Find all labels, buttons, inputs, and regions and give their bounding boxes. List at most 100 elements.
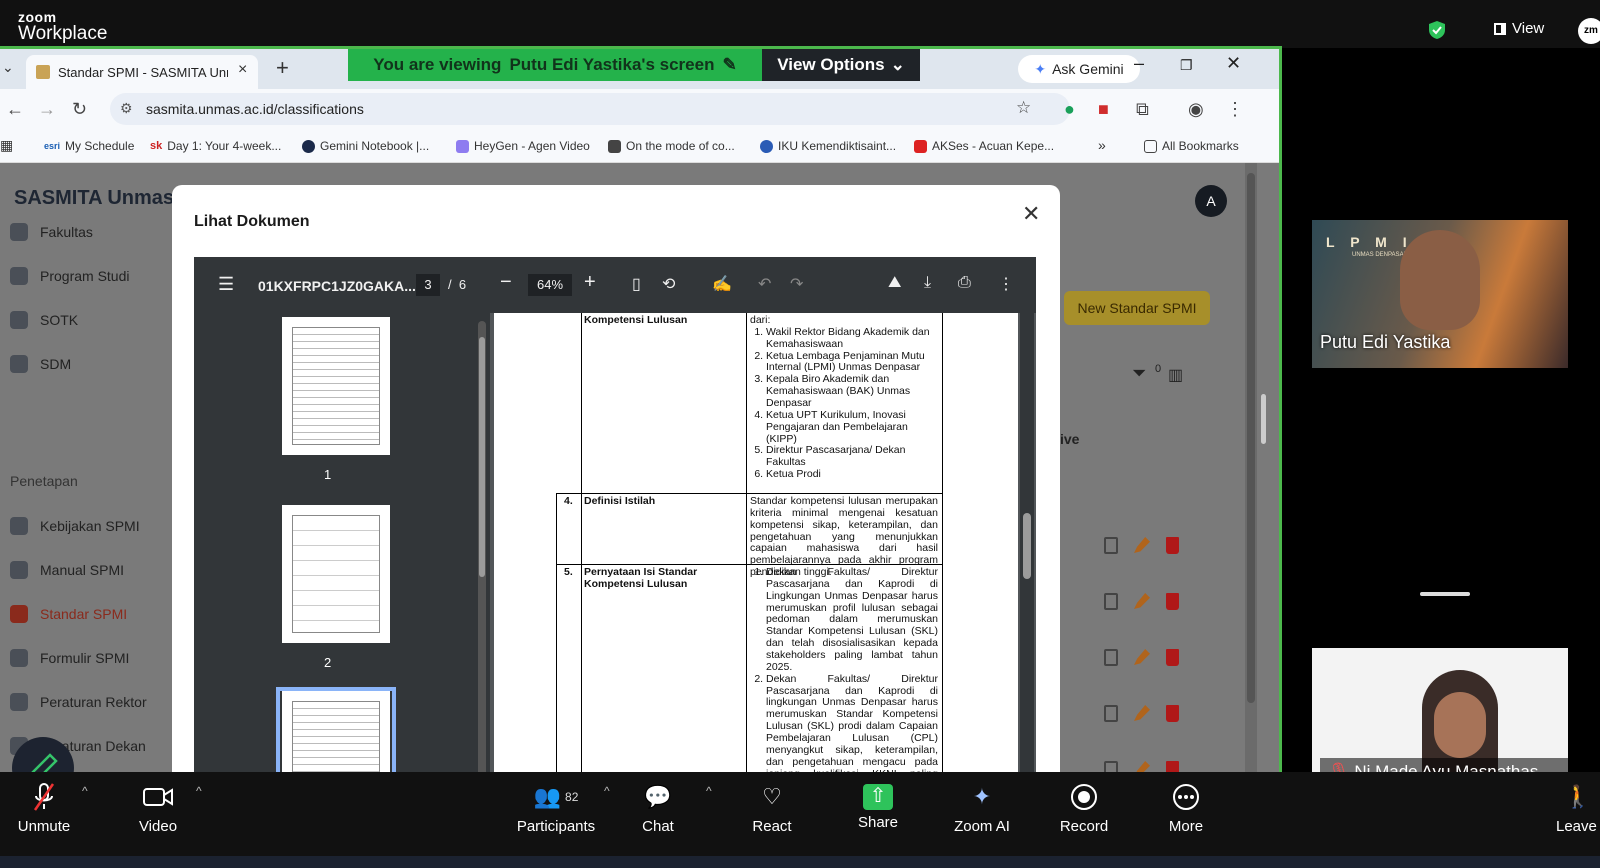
thumbnail-page-1[interactable] [282,317,390,455]
share-banner-name: Putu Edi Yastika's screen [509,55,715,74]
audio-options-caret-icon[interactable]: ^ [82,784,88,798]
delete-icon[interactable] [1166,537,1179,554]
grammarly-icon[interactable]: ● [1064,99,1075,120]
zoom-ai-button[interactable]: ✦ Zoom AI [946,780,1018,835]
columns-icon[interactable]: ▥ [1168,365,1183,385]
print-icon[interactable]: ⎙ [958,274,971,292]
participant-tile-1[interactable]: L P M I UNMAS DENPASAR Putu Edi Yastika [1312,220,1568,368]
delete-icon[interactable] [1166,649,1179,666]
bookmark-star-icon[interactable]: ☆ [1016,98,1031,118]
participant-name: Putu Edi Yastika [1320,332,1451,352]
window-close-icon[interactable]: ✕ [1226,53,1241,74]
new-standar-spmi-button[interactable]: New Standar SPMI [1064,291,1210,325]
shared-screen: ⌄ Standar SPMI - SASMITA Unmas × + ✦ Ask… [0,46,1282,806]
leave-button[interactable]: 🚶 Leave [1556,780,1600,835]
view-doc-icon[interactable] [1104,649,1118,666]
app-user-avatar[interactable]: A [1195,185,1227,217]
bookmark-item[interactable]: AKSes - Acuan Kepe... [914,139,1054,153]
modal-close-icon[interactable]: ✕ [1022,201,1040,227]
sidebar-item-standar-spmi[interactable]: Standar SPMI [10,605,127,623]
edit-icon[interactable] [1134,649,1150,665]
apps-grid-icon[interactable]: ▦ [0,137,13,154]
zoom-level-input[interactable]: 64% [528,274,572,296]
delete-icon[interactable] [1166,593,1179,610]
extensions-puzzle-icon[interactable]: ⧉ [1136,99,1149,120]
browser-menu-icon[interactable]: ⋮ [1226,99,1244,120]
fit-page-icon[interactable]: ▯ [632,274,641,294]
site-info-icon[interactable]: ⚙ [120,100,133,117]
view-doc-icon[interactable] [1104,537,1118,554]
edit-icon[interactable] [1134,537,1150,553]
participants-button[interactable]: 👥 82 Participants [510,780,602,835]
sidebar-item-fakultas[interactable]: Fakultas [10,223,93,241]
url-field[interactable]: ⚙ sasmita.unmas.ac.id/classifications ☆ [110,93,1070,125]
restore-icon[interactable]: ❐ [1180,57,1193,74]
undo-icon[interactable]: ↶ [758,274,771,294]
zoom-in-icon[interactable]: + [584,271,596,294]
all-bookmarks-button[interactable]: All Bookmarks [1144,139,1239,153]
new-tab-icon[interactable]: + [276,55,289,81]
edit-icon[interactable] [1134,705,1150,721]
video-button[interactable]: Video [126,780,190,835]
more-bookmarks-icon[interactable]: » [1098,137,1106,153]
more-options-icon[interactable]: ⋮ [998,274,1014,294]
sidebar-item-program-studi[interactable]: Program Studi [10,267,129,285]
browser-tab-active[interactable]: Standar SPMI - SASMITA Unmas × [26,55,258,89]
record-button[interactable]: Record [1050,780,1118,835]
page-scrollbar-thumb[interactable] [1247,173,1255,703]
bookmark-item[interactable]: Gemini Notebook |... [302,139,429,153]
forward-icon[interactable]: → [38,99,56,120]
chat-caret-icon[interactable]: ^ [706,784,712,798]
redo-icon[interactable]: ↷ [790,274,803,294]
view-doc-icon[interactable] [1104,705,1118,722]
reload-icon[interactable]: ↻ [72,99,87,120]
ask-gemini-button[interactable]: ✦ Ask Gemini [1018,55,1140,83]
sidebar-item-formulir-spmi[interactable]: Formulir SPMI [10,649,129,667]
thumbnail-page-2[interactable] [282,505,390,643]
rotate-icon[interactable]: ⟲ [662,274,675,294]
security-shield-icon[interactable] [1428,20,1446,40]
bookmark-item[interactable]: sk Day 1: Your 4-week... [150,139,281,153]
sidebar-item-kebijakan-spmi[interactable]: Kebijakan SPMI [10,517,140,535]
user-avatar[interactable]: zm [1578,18,1600,44]
zoom-out-icon[interactable]: − [500,271,512,294]
view-options-button[interactable]: View Options ⌄ [762,49,920,81]
bookmark-item[interactable]: On the mode of co... [608,139,735,153]
back-icon[interactable]: ← [6,99,24,120]
tab-close-icon[interactable]: × [238,61,247,79]
filter-icon[interactable]: ⏷ [1132,363,1146,384]
download-icon[interactable]: ⤓ [924,274,931,292]
bookmark-item[interactable]: esri My Schedule [44,139,134,153]
save-to-drive-icon[interactable]: ⛰ [888,274,901,292]
profile-icon[interactable]: ◉ [1188,99,1204,120]
minimize-icon[interactable]: – [1134,53,1144,74]
panel-drag-handle[interactable] [1420,592,1470,596]
bookmark-item[interactable]: IKU Kemendiktisaint... [760,139,896,153]
sidebar-item-peraturan-rektor[interactable]: Peraturan Rektor [10,693,147,711]
edit-icon[interactable] [1134,593,1150,609]
tab-search-chevron-icon[interactable]: ⌄ [2,59,14,76]
extension-red-icon[interactable]: ■ [1098,99,1109,120]
bookmark-item[interactable]: HeyGen - Agen Video [456,139,590,153]
list-item: Direktur Pascasarjana/ Dekan Fakultas [766,445,938,469]
view-button[interactable]: View [1494,20,1544,37]
chat-button[interactable]: 💬 Chat [626,780,690,835]
pdf-page: Kompetensi Lulusan dari: Wakil Rektor Bi… [494,313,1018,803]
sidebar-menu-icon[interactable]: ☰ [218,274,234,295]
sidebar-item-manual-spmi[interactable]: Manual SPMI [10,561,124,579]
document-scrollbar-thumb[interactable] [1023,513,1031,579]
react-button[interactable]: ♡ React [740,780,804,835]
page-number-input[interactable]: 3 [416,274,440,296]
video-options-caret-icon[interactable]: ^ [196,784,202,798]
divider-handle[interactable] [1261,394,1266,444]
view-doc-icon[interactable] [1104,593,1118,610]
draw-icon[interactable]: ✍ [712,274,732,294]
more-button[interactable]: More [1154,780,1218,835]
sidebar-item-sotk[interactable]: SOTK [10,311,78,329]
share-button[interactable]: ⇧ Share [846,780,910,831]
participants-caret-icon[interactable]: ^ [604,784,610,798]
thumbnail-scrollbar-thumb[interactable] [479,337,485,577]
sidebar-item-sdm[interactable]: SDM [10,355,71,373]
delete-icon[interactable] [1166,705,1179,722]
unmute-button[interactable]: Unmute [12,780,76,835]
